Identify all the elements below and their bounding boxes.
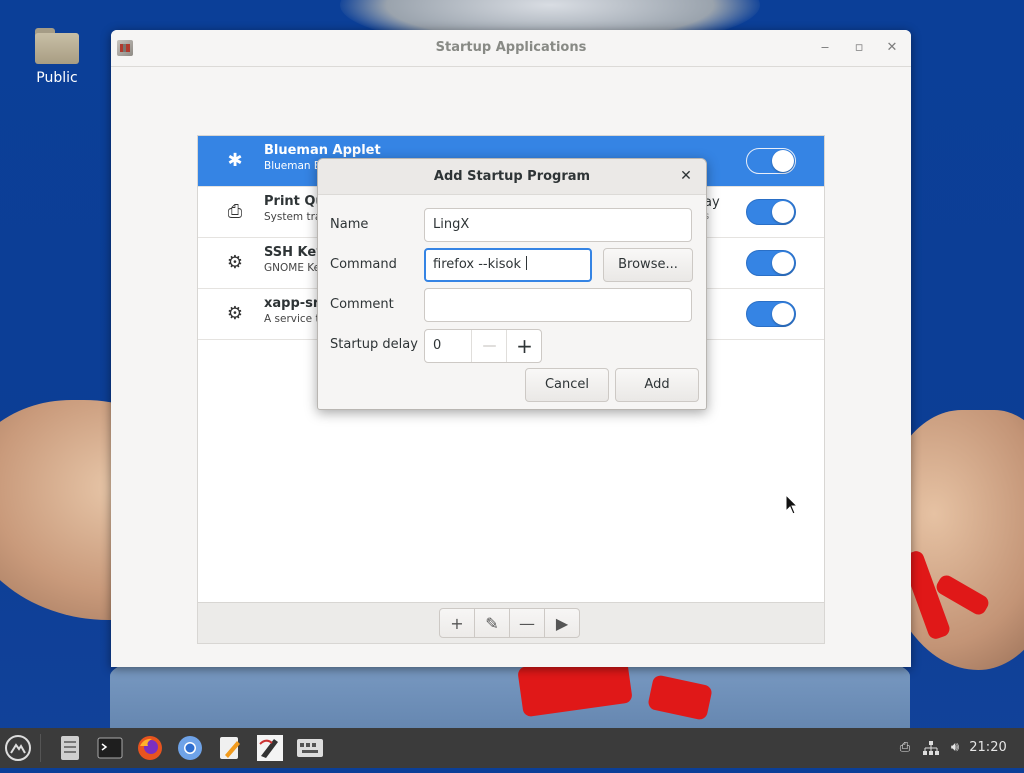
window-title: Startup Applications [435,40,587,55]
keyboard-app-icon[interactable] [294,732,326,764]
desktop-icon-public[interactable]: Public [22,28,92,86]
browse-button[interactable]: Browse... [603,248,693,282]
window-titlebar[interactable]: Startup Applications ‒ ▫ ✕ [111,30,911,67]
app-description: Blueman Bl [264,160,325,172]
folder-icon [35,28,79,64]
name-label: Name [330,217,369,232]
list-toolbar: + ✎ — ▶ [198,602,824,643]
maximize-icon[interactable]: ▫ [849,38,869,58]
app-name: Blueman Applet [264,143,381,158]
edit-button[interactable]: ✎ [474,608,510,638]
command-label: Command [330,257,397,272]
run-button[interactable]: ▶ [544,608,580,638]
close-icon[interactable]: ✕ [676,166,696,186]
firefox-icon[interactable] [134,732,166,764]
mouse-pointer-icon [785,494,799,515]
enable-toggle[interactable] [746,301,796,327]
enable-toggle[interactable] [746,199,796,225]
menu-icon[interactable] [2,732,34,764]
dialog-titlebar[interactable]: Add Startup Program ✕ [318,159,706,195]
text-caret [526,256,528,270]
remove-button[interactable]: — [509,608,545,638]
startup-delay-value[interactable]: 0 [433,330,441,362]
add-button[interactable]: + [439,608,475,638]
text-editor-icon[interactable] [214,732,246,764]
gears-icon: ⚙ [226,303,244,324]
increase-button[interactable]: + [506,330,542,362]
cancel-button[interactable]: Cancel [525,368,609,402]
add-startup-program-dialog: Add Startup Program ✕ Name LingX Command… [317,158,707,410]
app-name: SSH Key [264,245,325,260]
clock[interactable]: 21:20 [966,728,1010,768]
network-tray-icon[interactable] [920,728,942,768]
printer-icon: ⎙ [227,201,243,222]
comment-field[interactable] [424,288,692,322]
enable-toggle[interactable] [746,250,796,276]
files-icon[interactable] [54,732,86,764]
volume-tray-icon[interactable]: 🔊︎ [944,728,966,768]
startup-delay-label: Startup delay [330,337,418,352]
close-icon[interactable]: ✕ [882,38,902,58]
gears-icon: ⚙ [226,252,244,273]
taskbar-separator [40,734,41,762]
bluetooth-icon: ✱ [227,150,243,171]
desktop-icon-label: Public [36,70,78,86]
app-name: Print Qu [264,194,325,209]
startup-delay-stepper: 0 — + [424,329,542,363]
add-button[interactable]: Add [615,368,699,402]
name-field[interactable]: LingX [424,208,692,242]
decrease-button[interactable]: — [471,330,507,362]
printer-tray-icon[interactable]: ⎙ [894,728,916,768]
comment-label: Comment [330,297,394,312]
dialog-title: Add Startup Program [433,169,591,184]
minimize-icon[interactable]: ‒ [815,38,835,58]
taskbar: ⎙ 🔊︎ 21:20 [0,728,1024,768]
pen-app-icon[interactable] [254,732,286,764]
terminal-icon[interactable] [94,732,126,764]
command-field[interactable]: firefox --kisok [424,248,592,282]
app-description: GNOME Ke [264,262,321,274]
app-description: System tra [264,211,322,223]
app-name: xapp-sn [264,296,323,311]
command-value: firefox --kisok [433,257,526,272]
chromium-icon[interactable] [174,732,206,764]
enable-toggle[interactable] [746,148,796,174]
